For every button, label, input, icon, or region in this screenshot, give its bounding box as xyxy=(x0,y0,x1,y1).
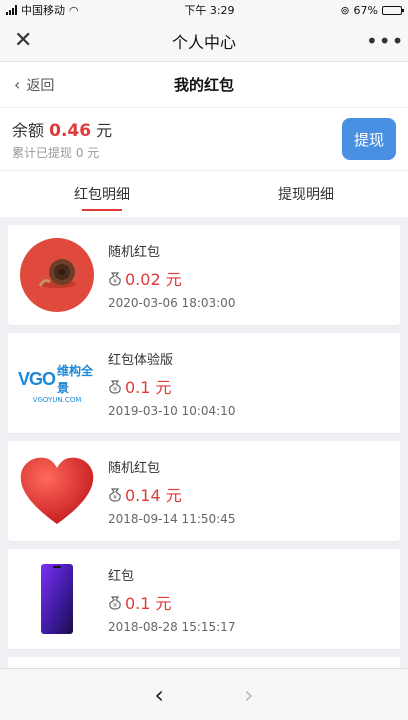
svg-text:¥: ¥ xyxy=(113,494,117,501)
list-item[interactable]: 随机红包 ¥ 0.14 元 2018-09-14 11:50:45 xyxy=(8,441,400,541)
status-bar: 中国移动 ◠ 下午 3:29 ⊚ 67% xyxy=(0,0,408,20)
item-amount-row: ¥ 0.02 元 xyxy=(108,266,235,290)
svg-text:¥: ¥ xyxy=(113,386,117,393)
item-amount-row: ¥ 0.1 元 xyxy=(108,590,235,614)
balance-label: 余额 xyxy=(12,121,45,140)
withdraw-button[interactable]: 提现 xyxy=(342,118,396,160)
battery-icon xyxy=(381,5,404,15)
back-button[interactable]: ‹ 返回 xyxy=(14,75,54,95)
snail-avatar xyxy=(18,236,96,314)
item-amount: 0.1 元 xyxy=(125,377,172,397)
carrier-name: 中国移动 xyxy=(21,4,65,17)
list-item[interactable]: 红包 ¥ 0.1 元 2018-08-28 15:15:17 xyxy=(8,549,400,649)
heart-image xyxy=(18,452,96,530)
redpacket-list: 随机红包 ¥ 0.02 元 2020-03-06 18:03:00 VGO 维构… xyxy=(0,217,408,687)
tab-withdraw-details[interactable]: 提现明细 xyxy=(204,171,408,217)
item-amount: 0.02 元 xyxy=(125,269,182,289)
chevron-left-icon: ‹ xyxy=(14,75,21,94)
withdrawn-total: 累计已提现 0 元 xyxy=(12,146,100,160)
window-title: 个人中心 xyxy=(171,32,236,52)
back-label: 返回 xyxy=(26,77,55,94)
rotation-lock-icon: ⊚ xyxy=(340,3,350,17)
balance-line: 余额 0.46 元 xyxy=(12,117,112,141)
item-amount-row: ¥ 0.14 元 xyxy=(108,482,235,506)
vgo-logo: VGO 维构全景 VGOYUN.COM xyxy=(18,344,96,422)
money-bag-icon: ¥ xyxy=(109,595,121,610)
svg-text:¥: ¥ xyxy=(113,278,117,285)
item-amount-row: ¥ 0.1 元 xyxy=(108,374,235,398)
status-time: 下午 3:29 xyxy=(184,4,235,17)
item-date: 2018-08-28 15:15:17 xyxy=(108,619,236,634)
chevron-right-icon[interactable]: › xyxy=(244,681,254,709)
list-item[interactable]: VGO 维构全景 VGOYUN.COM 红包体验版 ¥ 0.1 元 2019-0… xyxy=(8,333,400,433)
balance-panel: 余额 0.46 元 累计已提现 0 元 提现 xyxy=(0,108,408,171)
svg-text:¥: ¥ xyxy=(113,602,117,609)
more-icon[interactable]: ••• xyxy=(366,29,403,53)
item-amount: 0.1 元 xyxy=(125,593,172,613)
item-name: 随机红包 xyxy=(108,244,161,260)
item-name: 随机红包 xyxy=(108,460,161,476)
browser-nav-bar: ‹ › xyxy=(0,668,408,720)
logo-url: VGOYUN.COM xyxy=(32,396,82,404)
balance-amount: 0.46 xyxy=(49,121,92,141)
close-icon[interactable]: ✕ xyxy=(14,28,42,53)
item-name: 红包体验版 xyxy=(108,352,174,368)
wechat-title-bar: ✕ 个人中心 ••• xyxy=(0,20,408,62)
item-name: 红包 xyxy=(108,568,135,584)
tab-bar: 红包明细 提现明细 xyxy=(0,171,408,217)
item-date: 2019-03-10 10:04:10 xyxy=(108,403,236,418)
money-bag-icon: ¥ xyxy=(109,487,121,502)
logo-letters: VGO xyxy=(18,368,56,389)
page-title: 我的红包 xyxy=(173,76,234,94)
phone-image xyxy=(18,560,96,638)
tab-redpacket-details[interactable]: 红包明细 xyxy=(0,171,204,217)
item-amount: 0.14 元 xyxy=(125,485,182,505)
logo-cn: 维构全景 xyxy=(57,364,94,395)
balance-unit: 元 xyxy=(96,121,113,140)
battery-percent: 67% xyxy=(353,3,378,17)
wifi-icon: ◠ xyxy=(69,3,79,17)
money-bag-icon: ¥ xyxy=(109,271,121,286)
list-item[interactable]: 随机红包 ¥ 0.02 元 2020-03-06 18:03:00 xyxy=(8,225,400,325)
chevron-left-icon[interactable]: ‹ xyxy=(154,681,164,709)
item-date: 2020-03-06 18:03:00 xyxy=(108,295,236,310)
item-date: 2018-09-14 11:50:45 xyxy=(108,511,236,526)
signal-icon xyxy=(6,5,17,15)
money-bag-icon: ¥ xyxy=(109,379,121,394)
page-header: ‹ 返回 我的红包 xyxy=(0,62,408,108)
